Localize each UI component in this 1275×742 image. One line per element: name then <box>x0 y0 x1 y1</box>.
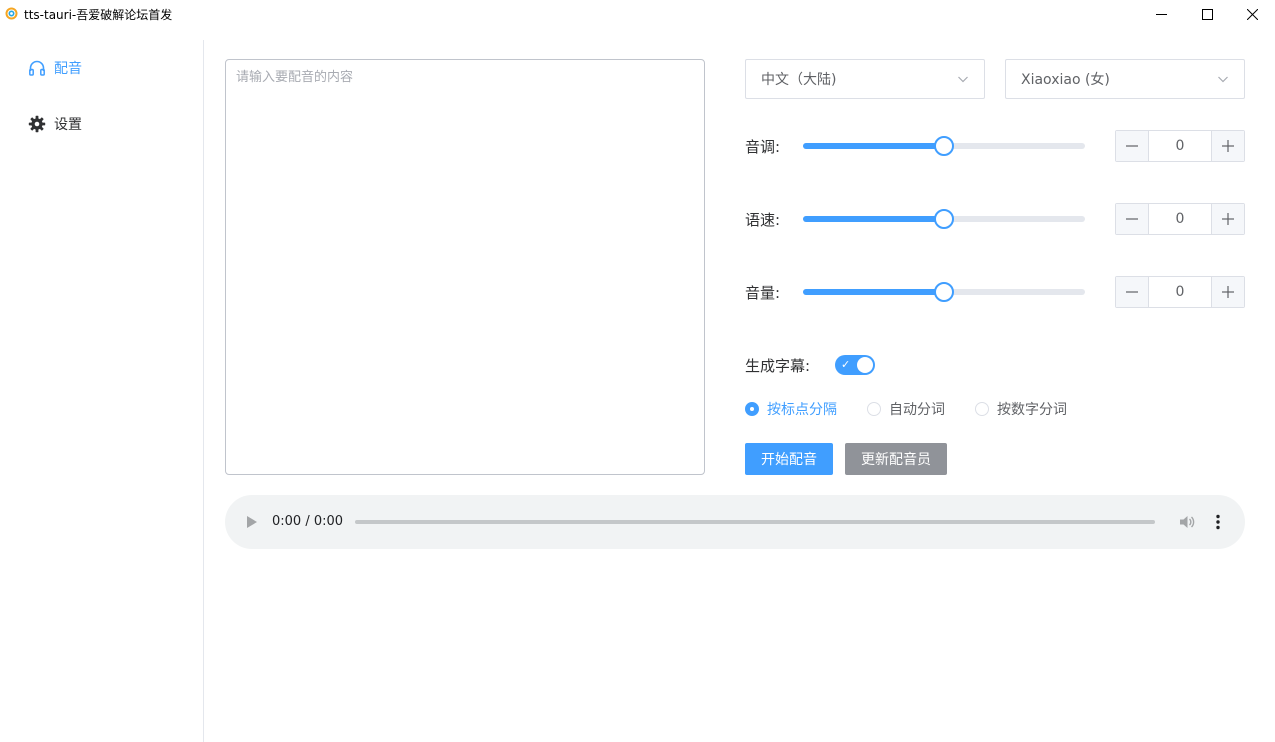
rate-decrease-button[interactable] <box>1116 204 1149 234</box>
sidebar: 配音 设置 <box>0 40 204 742</box>
close-icon <box>1246 8 1258 20</box>
volume-stepper <box>1115 276 1245 308</box>
sidebar-item-dubbing[interactable]: 配音 <box>0 40 203 96</box>
more-options-icon[interactable] <box>1211 513 1225 531</box>
pitch-stepper <box>1115 130 1245 162</box>
rate-stepper <box>1115 203 1245 235</box>
subtitle-label: 生成字幕: <box>745 357 811 375</box>
plus-icon <box>1222 286 1234 298</box>
radio-dot <box>867 402 881 416</box>
minimize-button[interactable] <box>1138 0 1184 28</box>
volume-label: 音量: <box>745 284 781 302</box>
radio-label: 自动分词 <box>889 402 945 418</box>
subtitle-toggle[interactable]: ✓ <box>835 355 875 375</box>
volume-value-input[interactable] <box>1149 277 1211 307</box>
minus-icon <box>1126 291 1138 293</box>
volume-slider[interactable] <box>803 282 1085 302</box>
radio-auto-segment[interactable]: 自动分词 <box>867 399 945 419</box>
check-icon: ✓ <box>841 358 851 371</box>
pitch-label: 音调: <box>745 138 781 156</box>
pitch-slider-handle[interactable] <box>934 136 954 156</box>
rate-slider[interactable] <box>803 209 1085 229</box>
play-icon[interactable] <box>245 515 259 529</box>
volume-decrease-button[interactable] <box>1116 277 1149 307</box>
rate-label: 语速: <box>745 211 781 229</box>
chevron-down-icon <box>1218 76 1228 83</box>
sidebar-item-label: 设置 <box>54 117 82 133</box>
chevron-down-icon <box>958 76 968 83</box>
rate-value-input[interactable] <box>1149 204 1211 234</box>
language-select-value: 中文（大陆) <box>761 72 837 88</box>
rate-slider-handle[interactable] <box>934 209 954 229</box>
volume-icon[interactable] <box>1178 513 1196 531</box>
radio-dot <box>975 402 989 416</box>
pitch-slider-fill <box>803 143 944 149</box>
radio-dot <box>745 402 759 416</box>
update-voices-button[interactable]: 更新配音员 <box>845 443 947 475</box>
minus-icon <box>1126 218 1138 220</box>
minimize-icon <box>1155 13 1167 15</box>
headphones-icon <box>28 59 46 77</box>
pitch-slider[interactable] <box>803 136 1085 156</box>
audio-time: 0:00 / 0:00 <box>272 514 344 529</box>
close-button[interactable] <box>1229 0 1275 28</box>
plus-icon <box>1222 213 1234 225</box>
sidebar-item-label: 配音 <box>54 61 82 77</box>
toggle-knob <box>857 357 873 373</box>
radio-split-numbers[interactable]: 按数字分词 <box>975 399 1067 419</box>
audio-player: 0:00 / 0:00 <box>225 495 1245 549</box>
start-dubbing-button[interactable]: 开始配音 <box>745 443 833 475</box>
content-textarea[interactable] <box>225 59 705 475</box>
rate-increase-button[interactable] <box>1211 204 1244 234</box>
plus-icon <box>1222 140 1234 152</box>
volume-slider-fill <box>803 289 944 295</box>
voice-select[interactable]: Xiaoxiao (女) <box>1005 59 1245 99</box>
window-title: tts-tauri-吾爱破解论坛首发 <box>24 8 173 22</box>
rate-slider-fill <box>803 216 944 222</box>
pitch-value-input[interactable] <box>1149 131 1211 161</box>
voice-select-value: Xiaoxiao (女) <box>1021 72 1110 88</box>
pitch-increase-button[interactable] <box>1211 131 1244 161</box>
audio-progress-bar[interactable] <box>355 520 1155 524</box>
sidebar-item-settings[interactable]: 设置 <box>0 96 203 152</box>
radio-label: 按标点分隔 <box>767 402 837 418</box>
radio-label: 按数字分词 <box>997 402 1067 418</box>
minus-icon <box>1126 145 1138 147</box>
title-bar: tts-tauri-吾爱破解论坛首发 <box>0 0 1275 28</box>
app-logo-icon <box>5 7 18 20</box>
maximize-icon <box>1201 8 1213 20</box>
maximize-button[interactable] <box>1184 0 1230 28</box>
gear-icon <box>28 115 46 133</box>
language-select[interactable]: 中文（大陆) <box>745 59 985 99</box>
radio-split-punctuation[interactable]: 按标点分隔 <box>745 399 837 419</box>
volume-increase-button[interactable] <box>1211 277 1244 307</box>
volume-slider-handle[interactable] <box>934 282 954 302</box>
pitch-decrease-button[interactable] <box>1116 131 1149 161</box>
